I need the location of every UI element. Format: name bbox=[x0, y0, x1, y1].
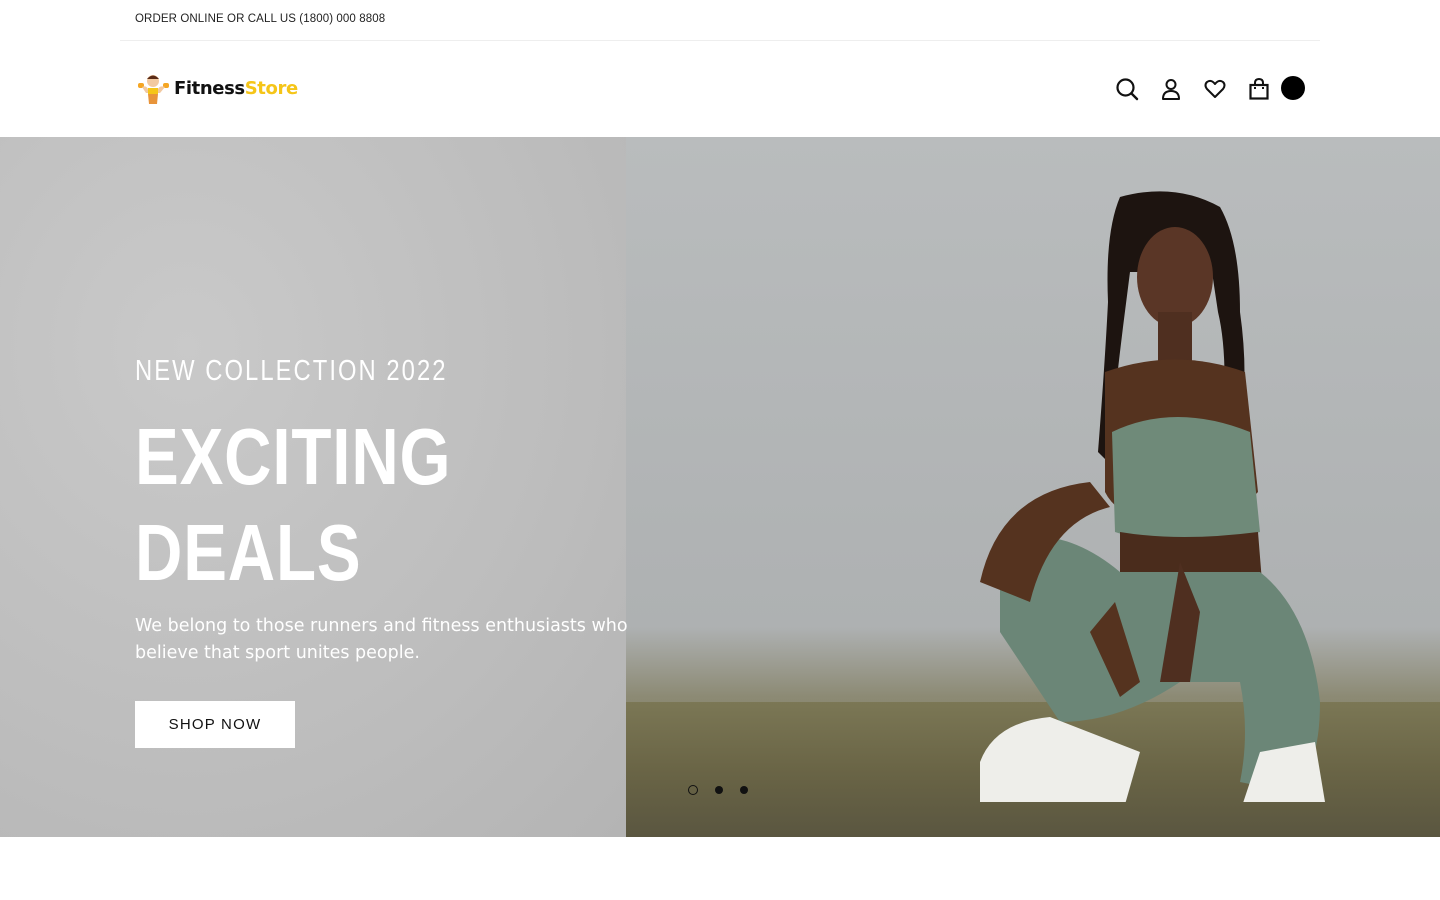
header-icons bbox=[1105, 75, 1305, 103]
site-header: FitnessStore bbox=[0, 41, 1440, 137]
hero-description: We belong to those runners and fitness e… bbox=[135, 616, 628, 663]
announcement-text: ORDER ONLINE OR CALL US (1800) 000 8808 bbox=[135, 13, 386, 25]
cart-count-badge[interactable] bbox=[1281, 76, 1305, 100]
fitness-logo-icon bbox=[136, 71, 172, 105]
hero-model-image bbox=[980, 191, 1325, 802]
hero-title-line1: EXCITING bbox=[135, 412, 452, 501]
slide-dot-2[interactable] bbox=[715, 786, 723, 794]
hero-slider: NEW COLLECTION 2022 EXCITING DEALS We be… bbox=[0, 137, 1440, 837]
hero-title: EXCITING DEALS bbox=[135, 409, 451, 601]
announcement-bar: ORDER ONLINE OR CALL US (1800) 000 8808 bbox=[120, 0, 1320, 41]
search-icon[interactable] bbox=[1105, 75, 1149, 103]
slide-dot-1[interactable] bbox=[688, 785, 698, 795]
slider-pagination bbox=[688, 785, 765, 795]
slide-dot-3[interactable] bbox=[740, 786, 748, 794]
account-icon[interactable] bbox=[1149, 75, 1193, 103]
logo-wordmark: FitnessStore bbox=[174, 78, 298, 99]
wishlist-icon[interactable] bbox=[1193, 75, 1237, 103]
cart-icon[interactable] bbox=[1237, 75, 1281, 103]
logo-word-fitness: Fitness bbox=[174, 77, 245, 99]
site-logo[interactable]: FitnessStore bbox=[136, 71, 298, 105]
hero-subtitle: NEW COLLECTION 2022 bbox=[135, 355, 448, 387]
hero-title-line2: DEALS bbox=[135, 508, 362, 597]
logo-word-store: Store bbox=[244, 77, 298, 99]
shop-now-button[interactable]: SHOP NOW bbox=[135, 701, 295, 748]
